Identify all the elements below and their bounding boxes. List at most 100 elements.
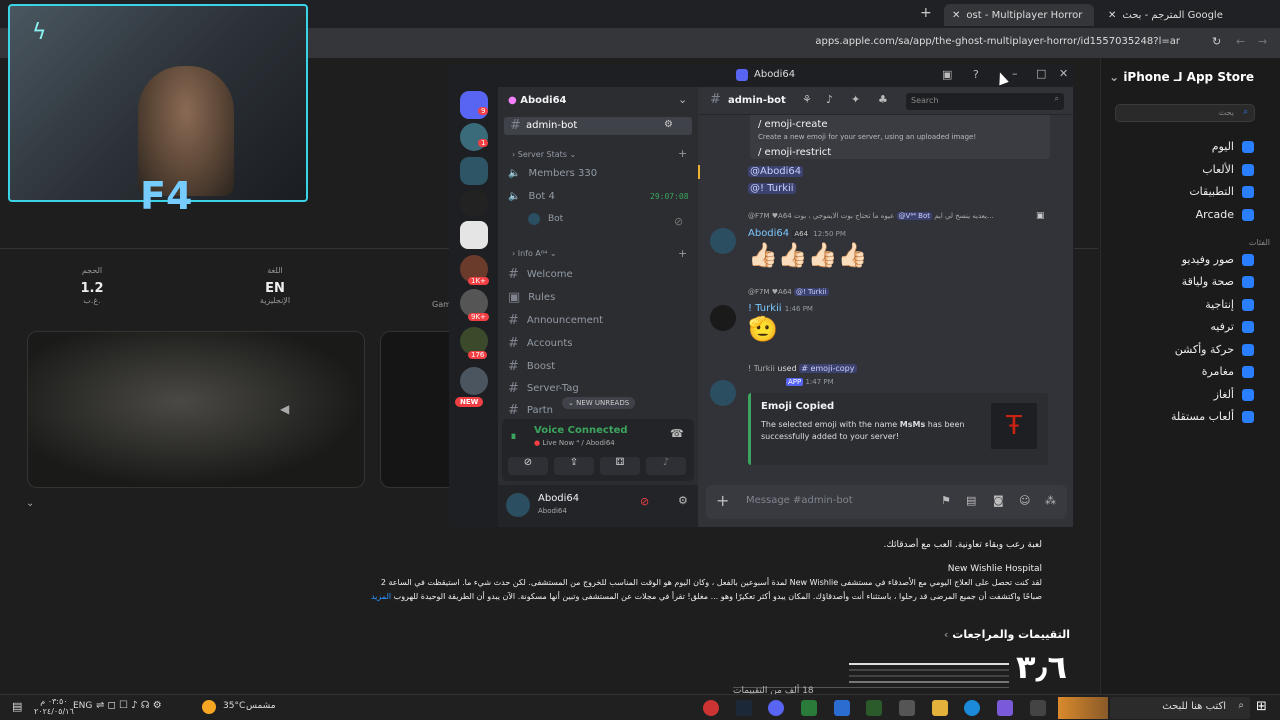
server-header[interactable]: ● Abodi64	[508, 95, 567, 106]
steam-icon[interactable]	[736, 700, 752, 716]
discord-icon[interactable]	[768, 700, 784, 716]
channel-bot[interactable]: 🔈 Bot 4	[508, 191, 555, 202]
category-item[interactable]: ترفيه	[1210, 320, 1254, 333]
channel-welcome[interactable]: # Welcome	[508, 267, 573, 282]
add-channel-icon[interactable]: +	[678, 247, 687, 260]
emoji-icon[interactable]: ☺	[1019, 494, 1030, 507]
close-icon[interactable]: ✕	[1108, 10, 1116, 21]
category-info[interactable]: › Info A⁶⁴ ⌄	[512, 249, 557, 258]
channel-rules[interactable]: ▣ Rules	[508, 290, 555, 305]
disconnect-icon[interactable]: ☎	[670, 427, 684, 440]
screenshot-1[interactable]: ◀	[27, 331, 365, 488]
pin-icon[interactable]: ✦	[851, 93, 860, 106]
forward-icon[interactable]: →	[1258, 35, 1267, 48]
xbox-icon[interactable]	[801, 700, 817, 716]
close-icon[interactable]: ✕	[952, 10, 960, 21]
category-item[interactable]: مغامرة	[1202, 365, 1254, 378]
channel-members[interactable]: 🔈 Members 330	[508, 168, 597, 179]
category-item[interactable]: ألعاب مستقلة	[1171, 410, 1254, 423]
notification-icon[interactable]: ▤	[12, 700, 22, 713]
camera-button[interactable]: ⊘	[508, 457, 548, 475]
bell-icon[interactable]: ♪	[826, 93, 833, 106]
task-view-icon[interactable]	[1030, 700, 1046, 716]
app-store-brand[interactable]: App Store لـ iPhone ⌄	[1109, 70, 1254, 84]
user-mention[interactable]: @! Turkii	[748, 183, 796, 194]
soundboard-button[interactable]: ♪	[646, 457, 686, 475]
channel-boost[interactable]: # Boost	[508, 359, 555, 374]
members-icon[interactable]: ♣	[878, 93, 888, 106]
tab-translate[interactable]: ✕ المترجم - بحث Google	[1100, 4, 1260, 26]
weather-temp[interactable]: 35°C	[223, 701, 245, 711]
channel-server-tag[interactable]: # Server-Tag	[508, 381, 579, 396]
store-search-input[interactable]: بحث ⌕	[1115, 104, 1255, 122]
channel-announcement[interactable]: # Announcement	[508, 313, 603, 328]
maximize-icon[interactable]: □	[1036, 67, 1046, 80]
avatar[interactable]	[710, 380, 736, 406]
add-channel-icon[interactable]: +	[678, 147, 687, 160]
new-unreads-pill[interactable]: ⌄ NEW UNREADS	[562, 397, 636, 409]
mic-muted-icon[interactable]: ⊘	[640, 495, 649, 508]
activities-button[interactable]: ⚃	[600, 457, 640, 475]
user-mention[interactable]: @Abodi64	[748, 166, 804, 177]
settings-icon[interactable]: ⚙	[664, 119, 673, 130]
close-icon[interactable]: ✕	[1059, 67, 1068, 80]
tray-icons[interactable]: ⇌ ◻ ☐ ♪ ☊ ⚙	[96, 700, 162, 711]
add-attachment-icon[interactable]: +	[716, 491, 729, 510]
server-icon-active[interactable]	[460, 157, 488, 185]
voice-member[interactable]: Bot	[528, 213, 563, 225]
nav-arcade[interactable]: Arcade	[1196, 208, 1254, 221]
search-input[interactable]: Search ⌕	[906, 93, 1064, 110]
message-input[interactable]: Message #admin-bot	[746, 495, 853, 506]
new-badge[interactable]: NEW	[455, 397, 484, 407]
command-link[interactable]: # emoji-copy	[799, 364, 857, 373]
screenshare-button[interactable]: ⇪	[554, 457, 594, 475]
app-icon[interactable]	[866, 700, 882, 716]
apps-icon[interactable]: ⁂	[1045, 494, 1056, 507]
command-user[interactable]: ! Turkii	[748, 364, 775, 373]
server-icon[interactable]	[460, 221, 488, 249]
command-name[interactable]: / emoji-create	[758, 119, 827, 130]
channel-admin-bot[interactable]: # admin-bot ⚙	[504, 117, 692, 135]
gift-icon[interactable]: ⚑	[941, 494, 951, 507]
avatar[interactable]	[710, 228, 736, 254]
edge-icon[interactable]	[964, 700, 980, 716]
nav-apps[interactable]: التطبيقات	[1189, 185, 1254, 198]
app-icon[interactable]	[834, 700, 850, 716]
minimize-icon[interactable]: –	[1012, 67, 1018, 80]
channel-accounts[interactable]: # Accounts	[508, 336, 573, 351]
category-item[interactable]: صور وفيديو	[1182, 253, 1254, 266]
command-name[interactable]: / emoji-restrict	[758, 147, 831, 158]
clock[interactable]: ٠٣:٥٠ م ٢٠٢٤/٠٥/١٦	[34, 697, 74, 717]
username[interactable]: ! Turkii	[748, 303, 782, 314]
screenshot-2[interactable]	[380, 331, 450, 488]
new-tab-button[interactable]: +	[920, 5, 932, 21]
category-item[interactable]: صحة ولياقة	[1182, 275, 1254, 288]
help-icon[interactable]: ?	[973, 68, 979, 81]
more-link[interactable]: المزيد	[371, 592, 391, 601]
nav-games[interactable]: الألعاب	[1202, 163, 1254, 176]
chevron-down-icon[interactable]: ⌄	[678, 93, 687, 106]
category-item[interactable]: حركة وأكشن	[1175, 343, 1254, 356]
reply-preview[interactable]: @F7M ♥A64 @! Turkii	[748, 288, 829, 296]
ratings-heading[interactable]: ‹ التقييمات والمراجعات	[900, 628, 1070, 641]
voice-status[interactable]: Voice Connected	[534, 425, 628, 436]
server-folder[interactable]	[460, 367, 488, 395]
username[interactable]: Abodi64	[748, 228, 789, 239]
url-field[interactable]: apps.apple.com/sa/app/the-ghost-multipla…	[815, 36, 1180, 47]
avatar[interactable]	[506, 493, 530, 517]
copilot-icon[interactable]	[997, 700, 1013, 716]
tab-app-store[interactable]: ✕ ost - Multiplayer Horror تطبيق	[944, 4, 1094, 26]
channel-partners[interactable]: # Partn	[508, 403, 553, 418]
category-item[interactable]: ألغاز	[1214, 388, 1254, 401]
chevron-down-icon[interactable]: ⌄	[26, 498, 34, 509]
obs-icon[interactable]	[703, 700, 719, 716]
taskbar-search[interactable]: اكتب هنا للبحث ⌕	[1110, 697, 1250, 719]
reply-preview[interactable]: @F7M ♥A64 عيوه ما تحتاج بوت الايموجي ، ب…	[748, 212, 1048, 220]
file-explorer-icon[interactable]	[932, 700, 948, 716]
nav-today[interactable]: اليوم	[1212, 140, 1254, 153]
server-icon-customs[interactable]	[460, 189, 488, 217]
settings-icon[interactable]: ⚙	[678, 494, 688, 507]
inbox-icon[interactable]: ▣	[942, 68, 952, 81]
weather-word[interactable]: مشمس	[246, 701, 276, 711]
category-item[interactable]: إنتاجية	[1205, 298, 1254, 311]
